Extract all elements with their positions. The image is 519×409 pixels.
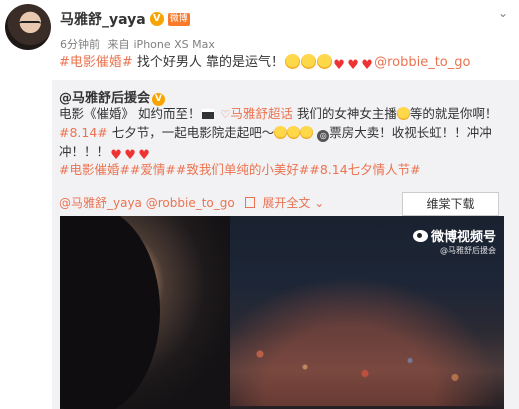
heart-emoji-icon: ♥ (347, 58, 359, 73)
post-body-text: 找个好男人 靠的是运气！ (132, 55, 285, 70)
clapperboard-emoji-icon (202, 109, 215, 119)
super-topic-icon: ♡ (220, 108, 231, 121)
watermark-sub: @马雅舒后援会 (440, 246, 496, 255)
repost-mentions-row: @马雅舒_yaya @robbie_to_go 展开全文 ⌄ (59, 194, 324, 211)
repost-text: 等的就是你啊！ (409, 106, 498, 121)
post-text: #电影催婚# 找个好男人 靠的是运气！ ♥ ♥ ♥@robbie_to_go (59, 54, 514, 73)
member-badge-icon: 微博 (167, 12, 190, 26)
repost-text: 冲！！！ (59, 144, 110, 159)
repost-text: 我们的女神女主播 (292, 106, 397, 121)
avatar-glasses (19, 21, 41, 27)
repost-author: @马雅舒后援会 V (59, 87, 166, 106)
username-link[interactable]: 马雅舒_yaya (60, 9, 146, 29)
repost-text-line: #8.14# 七夕节，一起电影院走起吧～ ◎ 票房大卖！收视长虹！！冲冲 (59, 124, 492, 142)
expand-full-text-link[interactable]: 展开全文 ⌄ (262, 196, 324, 210)
surprised-emoji-icon (396, 107, 410, 120)
city-lights-background (200, 276, 500, 406)
emoji-icon (287, 126, 301, 139)
user-avatar[interactable] (5, 4, 51, 50)
emoji-icon (274, 126, 288, 139)
smile-emoji-icon (316, 54, 332, 69)
download-button[interactable]: 维棠下载 (402, 192, 499, 216)
repost-topics-line: #电影催婚##爱情##致我们单纯的小美好##8.14七夕情人节# (59, 161, 421, 178)
topic-links[interactable]: #电影催婚##爱情##致我们单纯的小美好##8.14七夕情人节# (59, 162, 421, 177)
mention-link[interactable]: @马雅舒_yaya (59, 196, 142, 210)
super-topic-link[interactable]: 马雅舒超话 (230, 106, 293, 121)
username-row: 马雅舒_yaya V 微博 (60, 9, 190, 29)
repost-text-line: 电影《催婚》 如约而至！ ♡马雅舒超话 我们的女神女主播 等的就是你啊！ (59, 105, 497, 123)
repost-author-link[interactable]: @马雅舒后援会 (59, 91, 150, 106)
source-prefix: 来自 (107, 38, 130, 51)
watermark-main: 微博视频号 (430, 230, 496, 245)
more-options-chevron-icon[interactable]: ⌄ (495, 6, 511, 20)
emoji-icon (300, 126, 314, 139)
repost-text: 票房大卖！收视长虹！！冲冲 (329, 125, 492, 140)
weibo-logo-icon (412, 230, 428, 242)
verified-badge-icon: V (149, 12, 164, 26)
mention-link[interactable]: @robbie_to_go (374, 55, 470, 70)
chevron-down-icon: ⌄ (314, 196, 325, 210)
post-meta: 6分钟前 来自 iPhone XS Max (60, 36, 219, 52)
expand-label: 展开全文 (262, 196, 311, 210)
post-header: 马雅舒_yaya V 微博 6分钟前 来自 iPhone XS Max ⌄ (0, 0, 519, 54)
smile-emoji-icon (284, 54, 300, 69)
post-source: iPhone XS Max (133, 38, 215, 51)
document-icon (244, 197, 255, 208)
topic-link[interactable]: #电影催婚# (59, 55, 133, 70)
ticket-emoji-icon: ◎ (317, 130, 330, 142)
video-player[interactable]: 微博视频号 @马雅舒后援会 (60, 216, 504, 409)
video-watermark: 微博视频号 @马雅舒后援会 (412, 226, 496, 256)
repost-text-line: 冲！！！♥ ♥ ♥ (59, 143, 151, 163)
heart-emoji-icon: ♥ (361, 58, 373, 73)
mention-link[interactable]: @robbie_to_go (146, 196, 235, 210)
heart-emoji-icon: ♥ (333, 58, 345, 73)
repost-text: 电影《催婚》 如约而至！ (59, 106, 201, 121)
repost-text: 七夕节，一起电影院走起吧～ (107, 125, 275, 140)
topic-link[interactable]: #8.14# (59, 125, 108, 140)
reposted-content: @马雅舒后援会 V 电影《催婚》 如约而至！ ♡马雅舒超话 我们的女神女主播 等的就… (52, 80, 519, 409)
smile-emoji-icon (300, 54, 316, 69)
post-time[interactable]: 6分钟前 (60, 38, 100, 51)
